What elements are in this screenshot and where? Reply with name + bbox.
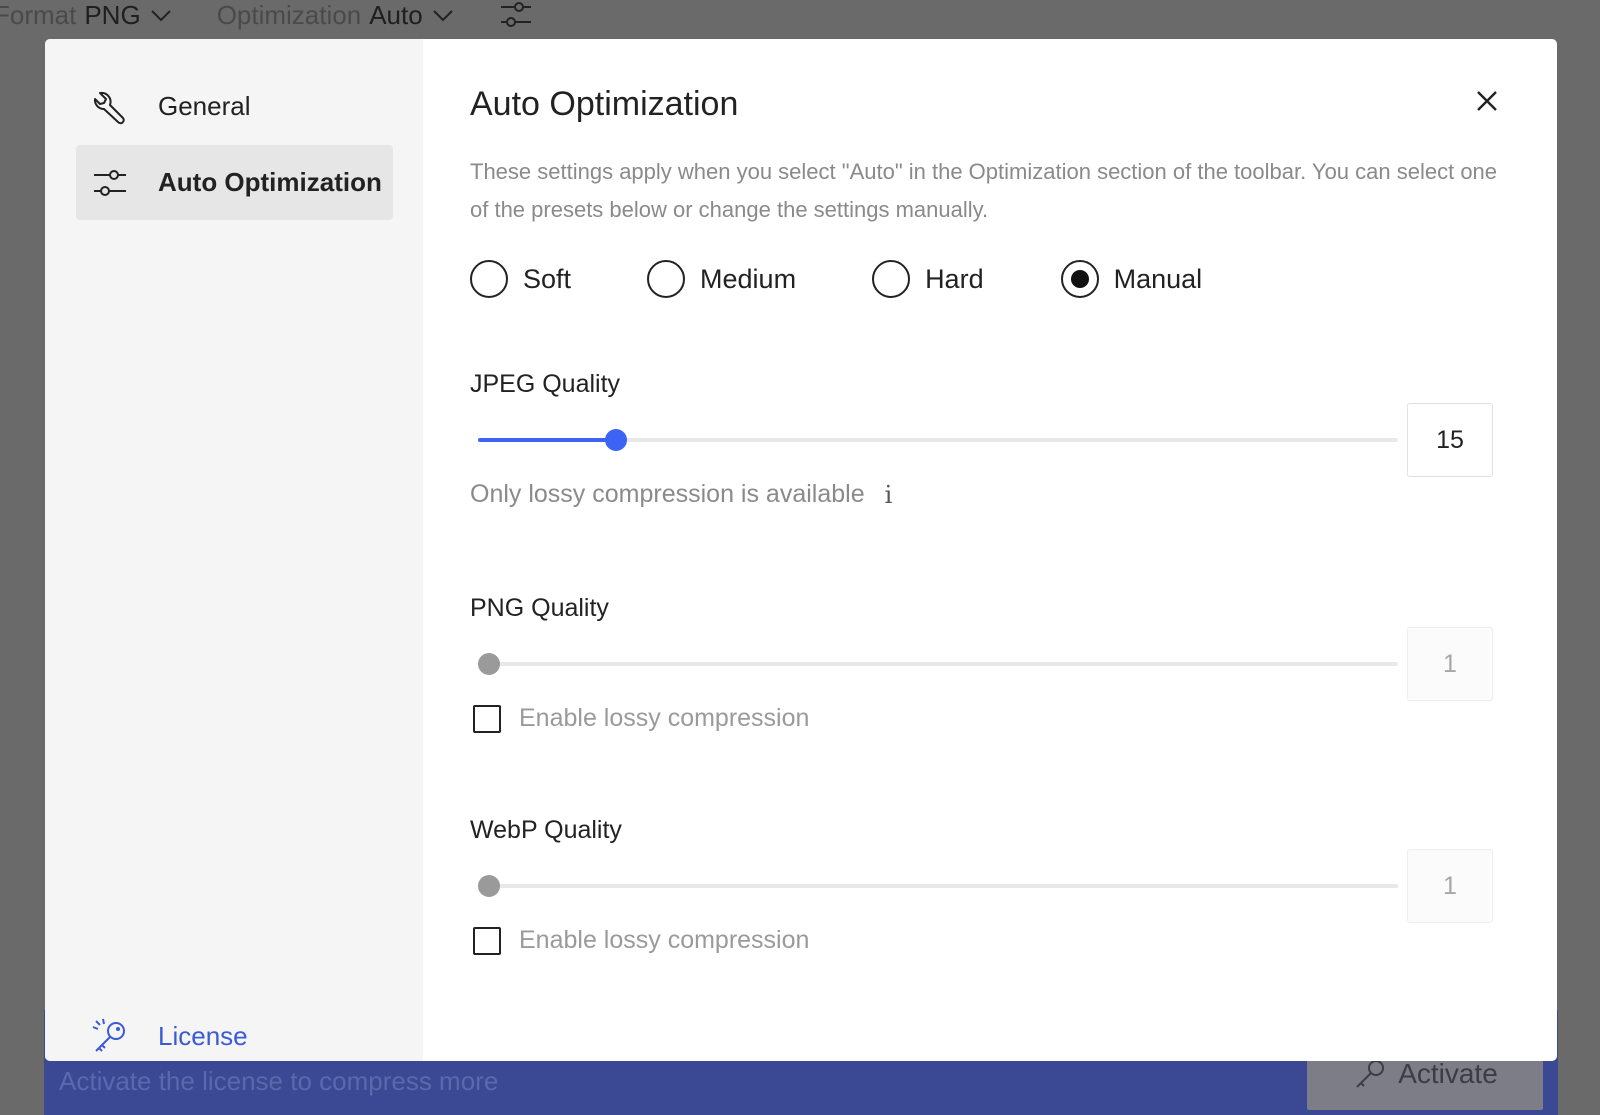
format-label: Format: [0, 0, 77, 30]
slider-thumb[interactable]: [478, 875, 500, 897]
key-icon: [1356, 1060, 1385, 1088]
radio-indicator: [470, 260, 508, 298]
close-button[interactable]: [1469, 83, 1505, 119]
jpeg-quality-slider[interactable]: [478, 428, 1398, 452]
preset-radio-hard[interactable]: Hard: [872, 260, 984, 298]
jpeg-quality-input[interactable]: 15: [1407, 403, 1493, 477]
slider-thumb[interactable]: [605, 429, 627, 451]
close-icon: [1477, 91, 1497, 111]
radio-label: Hard: [925, 263, 984, 294]
png-quality-label: PNG Quality: [470, 594, 609, 622]
settings-sidebar: General Auto Optimization License: [45, 39, 423, 1061]
preset-radio-manual[interactable]: Manual: [1060, 260, 1203, 298]
png-quality-slider[interactable]: [478, 652, 1398, 676]
webp-quality-input[interactable]: 1: [1407, 849, 1493, 923]
chevron-down-icon: [150, 10, 171, 22]
sidebar-item-label: Auto Optimization: [158, 167, 382, 197]
radio-label: Soft: [523, 263, 572, 294]
main-toolbar: Format PNG Optimization Auto: [0, 0, 533, 34]
radio-indicator: [1060, 260, 1099, 298]
webp-quality-label: WebP Quality: [470, 816, 622, 844]
dialog-title: Auto Optimization: [470, 85, 739, 123]
wrench-icon: [90, 87, 130, 127]
checkbox-indicator: [473, 926, 501, 955]
optimization-dropdown[interactable]: Optimization Auto: [217, 0, 455, 31]
optimization-label: Optimization: [216, 0, 362, 30]
format-value: PNG: [84, 0, 141, 30]
key-icon: [90, 1017, 130, 1057]
jpeg-hint-text: Only lossy compression is available: [470, 480, 865, 508]
chevron-down-icon: [432, 10, 453, 22]
jpeg-hint: Only lossy compression is available i: [470, 480, 892, 509]
preset-radio-soft[interactable]: Soft: [470, 260, 571, 298]
dialog-description: These settings apply when you select "Au…: [470, 159, 1498, 222]
checkbox-label: Enable lossy compression: [519, 704, 810, 732]
sliders-icon[interactable]: [499, 0, 533, 32]
radio-indicator: [872, 260, 911, 298]
settings-content: Auto Optimization These settings apply w…: [423, 39, 1557, 1061]
sidebar-item-license[interactable]: License: [76, 999, 393, 1061]
radio-label: Medium: [700, 263, 797, 294]
preset-radio-medium[interactable]: Medium: [647, 260, 796, 298]
optimization-value: Auto: [369, 0, 423, 30]
format-dropdown[interactable]: Format PNG: [0, 0, 173, 31]
info-icon[interactable]: i: [885, 481, 893, 509]
checkbox-indicator: [473, 704, 501, 733]
sidebar-item-label: General: [158, 91, 251, 121]
slider-fill: [478, 438, 616, 442]
activate-label: Activate: [1398, 1058, 1498, 1089]
checkbox-label: Enable lossy compression: [519, 926, 810, 954]
settings-dialog: General Auto Optimization License Auto O…: [45, 39, 1557, 1061]
sliders-icon: [90, 163, 130, 203]
preset-radio-group: Soft Medium Hard Manual: [470, 260, 1202, 298]
png-quality-input[interactable]: 1: [1407, 627, 1493, 701]
webp-quality-slider[interactable]: [478, 874, 1398, 898]
png-lossy-checkbox[interactable]: Enable lossy compression: [473, 704, 809, 733]
radio-indicator: [647, 260, 686, 298]
license-banner-message: Activate the license to compress more: [59, 1066, 499, 1096]
slider-track: [478, 662, 1398, 666]
slider-thumb[interactable]: [478, 653, 500, 675]
sidebar-item-label: License: [158, 1021, 248, 1051]
webp-lossy-checkbox[interactable]: Enable lossy compression: [473, 926, 809, 955]
sidebar-item-general[interactable]: General: [76, 69, 393, 144]
slider-track: [478, 884, 1398, 888]
radio-label: Manual: [1113, 263, 1203, 294]
jpeg-quality-label: JPEG Quality: [470, 370, 621, 398]
sidebar-item-auto-optimization[interactable]: Auto Optimization: [76, 145, 393, 220]
